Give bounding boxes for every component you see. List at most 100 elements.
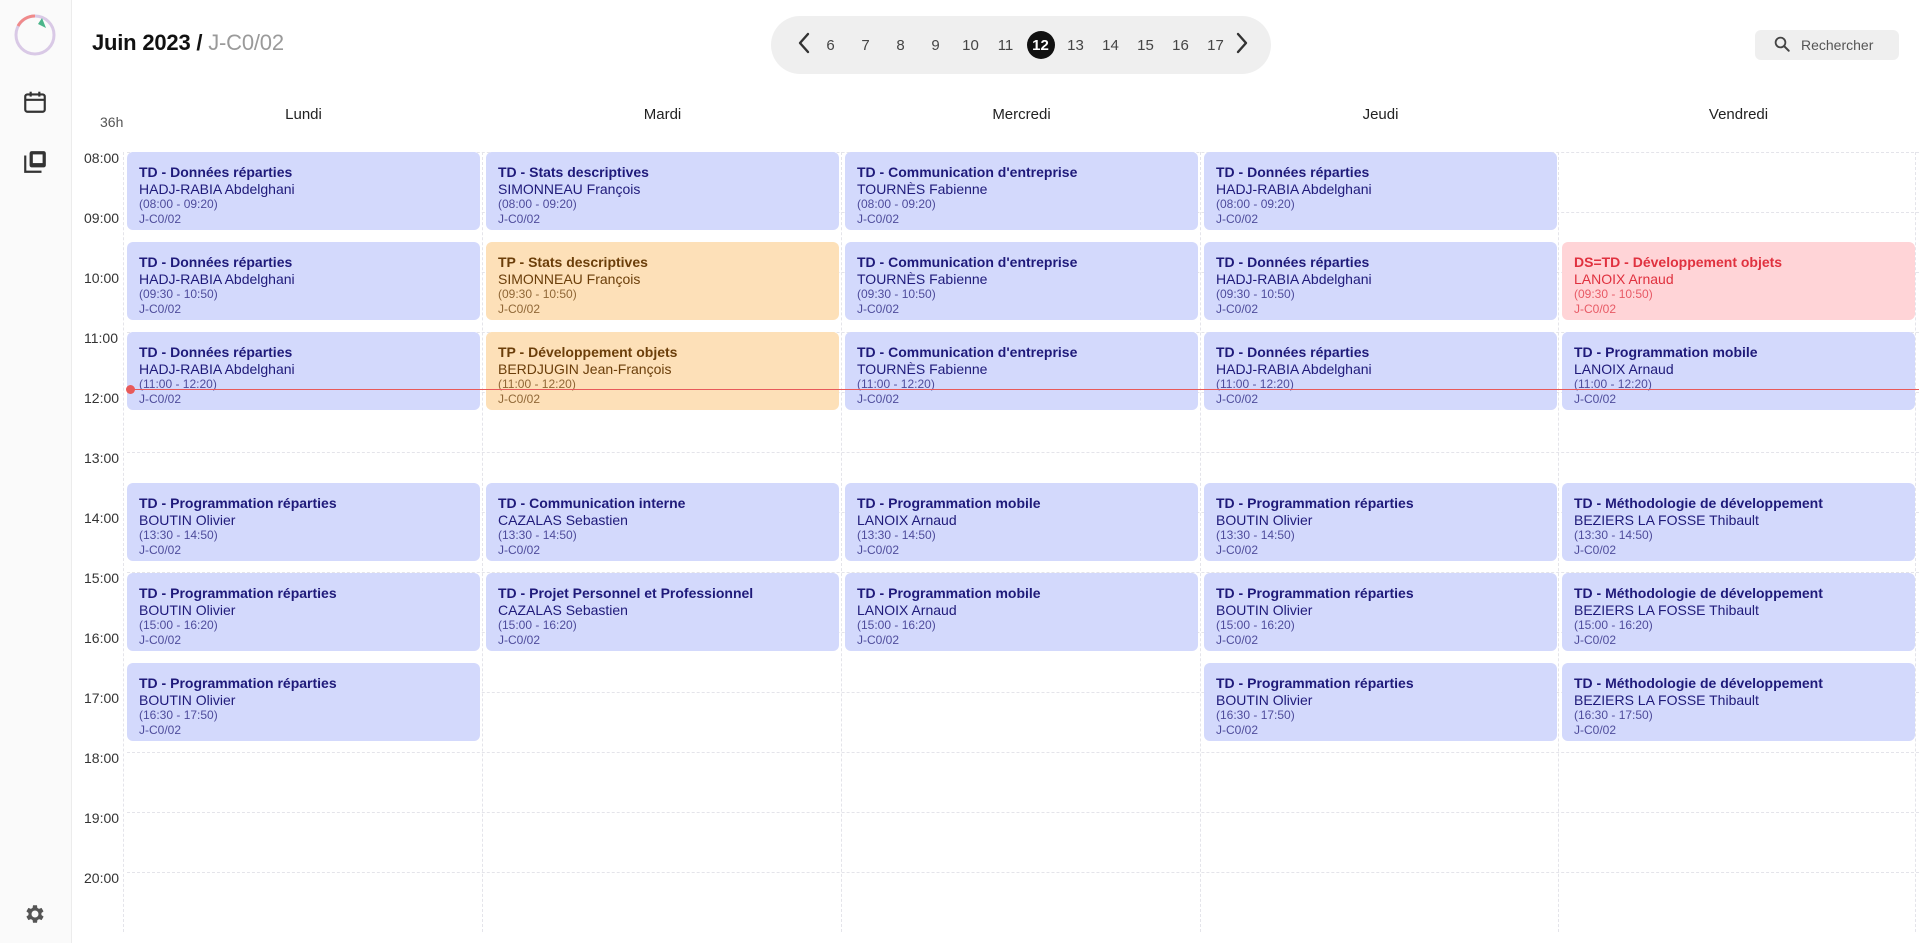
settings-button[interactable] bbox=[16, 897, 54, 935]
day-column-divider bbox=[123, 152, 124, 932]
hour-label: 18:00 bbox=[84, 750, 120, 766]
hour-label: 15:00 bbox=[84, 570, 120, 586]
week-10[interactable]: 10 bbox=[953, 31, 988, 59]
event-time: (13:30 - 14:50) bbox=[139, 528, 218, 542]
event-title: TD - Programmation mobile bbox=[857, 585, 1041, 601]
course-event[interactable]: TD - Communication d'entreprise TOURNÈS F… bbox=[845, 332, 1198, 410]
total-hours: 36h bbox=[100, 114, 124, 130]
search-button[interactable]: Rechercher bbox=[1755, 30, 1899, 60]
week-number: 17 bbox=[1207, 36, 1224, 54]
hour-gridline bbox=[127, 452, 1919, 453]
hour-label: 13:00 bbox=[84, 450, 120, 466]
hour-label: 19:00 bbox=[84, 810, 120, 826]
week-11[interactable]: 11 bbox=[988, 31, 1023, 59]
event-title: TD - Données réparties bbox=[139, 344, 293, 360]
day-header: Mercredi bbox=[992, 106, 1051, 123]
event-title: TP - Développement objets bbox=[498, 344, 678, 360]
course-event[interactable]: TD - Programmation réparties BOUTIN Olivi… bbox=[1204, 573, 1557, 651]
course-event[interactable]: TD - Communication d'entreprise TOURNÈS F… bbox=[845, 242, 1198, 320]
course-event[interactable]: TD - Programmation réparties BOUTIN Olivi… bbox=[1204, 663, 1557, 741]
event-room: J-C0/02 bbox=[857, 302, 900, 316]
hour-label: 11:00 bbox=[84, 330, 118, 346]
course-event[interactable]: TD - Méthodologie de développement BEZIER… bbox=[1562, 573, 1915, 651]
week-number: 16 bbox=[1172, 36, 1189, 54]
week-7[interactable]: 7 bbox=[848, 31, 883, 59]
event-time: (13:30 - 14:50) bbox=[1574, 528, 1653, 542]
event-time: (15:00 - 16:20) bbox=[498, 618, 577, 632]
event-title: TD - Données réparties bbox=[1216, 254, 1370, 270]
event-teacher: SIMONNEAU François bbox=[498, 181, 641, 197]
hour-gridline bbox=[127, 812, 1919, 813]
course-event[interactable]: TD - Programmation mobile LANOIX Arnaud (1… bbox=[1562, 332, 1915, 410]
course-event[interactable]: TD - Stats descriptives SIMONNEAU Françoi… bbox=[486, 152, 839, 230]
day-column-divider bbox=[482, 152, 483, 932]
event-time: (15:00 - 16:20) bbox=[139, 618, 218, 632]
event-room: J-C0/02 bbox=[1574, 302, 1617, 316]
week-16[interactable]: 16 bbox=[1163, 31, 1198, 59]
event-teacher: BEZIERS LA FOSSE Thibault bbox=[1574, 602, 1759, 618]
hour-label: 12:00 bbox=[84, 390, 120, 406]
course-event[interactable]: TD - Données réparties HADJ-RABIA Abdelgh… bbox=[1204, 332, 1557, 410]
course-event[interactable]: TD - Programmation réparties BOUTIN Olivi… bbox=[127, 483, 480, 561]
event-time: (08:00 - 09:20) bbox=[498, 197, 577, 211]
week-17[interactable]: 17 bbox=[1198, 31, 1233, 59]
course-event[interactable]: TD - Données réparties HADJ-RABIA Abdelgh… bbox=[1204, 242, 1557, 320]
event-title: TD - Données réparties bbox=[139, 164, 293, 180]
week-number: 8 bbox=[896, 36, 905, 54]
week-number: 15 bbox=[1137, 36, 1154, 54]
course-event[interactable]: TD - Programmation réparties BOUTIN Olivi… bbox=[127, 663, 480, 741]
course-event[interactable]: TP - Stats descriptives SIMONNEAU Françoi… bbox=[486, 242, 839, 320]
week-6[interactable]: 6 bbox=[813, 31, 848, 59]
event-title: TD - Projet Personnel et Professionnel bbox=[498, 585, 754, 601]
course-event[interactable]: TD - Données réparties HADJ-RABIA Abdelgh… bbox=[127, 152, 480, 230]
event-title: TD - Programmation réparties bbox=[1216, 675, 1414, 691]
search-icon bbox=[1773, 35, 1801, 56]
event-room: J-C0/02 bbox=[1574, 723, 1617, 737]
event-room: J-C0/02 bbox=[139, 723, 182, 737]
course-event[interactable]: TD - Méthodologie de développement BEZIER… bbox=[1562, 483, 1915, 561]
course-event[interactable]: TD - Programmation réparties BOUTIN Olivi… bbox=[127, 573, 480, 651]
event-teacher: HADJ-RABIA Abdelghani bbox=[1216, 271, 1372, 287]
event-title: TD - Données réparties bbox=[139, 254, 293, 270]
day-header: Lundi bbox=[285, 106, 322, 123]
course-event[interactable]: TD - Données réparties HADJ-RABIA Abdelgh… bbox=[1204, 152, 1557, 230]
course-event[interactable]: TD - Données réparties HADJ-RABIA Abdelgh… bbox=[127, 332, 480, 410]
app-root: Juin 2023 / J-C0/02 6 7 8 9 10 11 12 13 14 15 16 17… bbox=[0, 0, 1919, 943]
previous-week-button[interactable] bbox=[795, 32, 813, 56]
week-13[interactable]: 13 bbox=[1058, 31, 1093, 59]
event-room: J-C0/02 bbox=[857, 543, 900, 557]
course-event[interactable]: TD - Communication d'entreprise TOURNÈS F… bbox=[845, 152, 1198, 230]
current-time-line bbox=[131, 389, 1919, 390]
course-event[interactable]: TD - Projet Personnel et Professionnel CA… bbox=[486, 573, 839, 651]
library-icon bbox=[22, 149, 48, 180]
week-12[interactable]: 12 bbox=[1023, 31, 1058, 59]
library-nav-button[interactable] bbox=[16, 145, 54, 183]
course-event[interactable]: TD - Programmation réparties BOUTIN Olivi… bbox=[1204, 483, 1557, 561]
week-15[interactable]: 15 bbox=[1128, 31, 1163, 59]
event-teacher: CAZALAS Sebastien bbox=[498, 512, 628, 528]
hour-label: 17:00 bbox=[84, 690, 120, 706]
event-room: J-C0/02 bbox=[1574, 543, 1617, 557]
week-number: 10 bbox=[962, 36, 979, 54]
event-time: (09:30 - 10:50) bbox=[1574, 287, 1653, 301]
calendar-nav-button[interactable] bbox=[16, 85, 54, 123]
app-logo[interactable] bbox=[12, 12, 58, 58]
week-14[interactable]: 14 bbox=[1093, 31, 1128, 59]
week-8[interactable]: 8 bbox=[883, 31, 918, 59]
week-9[interactable]: 9 bbox=[918, 31, 953, 59]
course-event[interactable]: TD - Programmation mobile LANOIX Arnaud (1… bbox=[845, 573, 1198, 651]
course-event[interactable]: TD - Communication interne CAZALAS Sebast… bbox=[486, 483, 839, 561]
current-time-dot bbox=[126, 385, 135, 394]
course-event[interactable]: TD - Programmation mobile LANOIX Arnaud (1… bbox=[845, 483, 1198, 561]
course-event[interactable]: DS=TD - Développement objets LANOIX Arnau… bbox=[1562, 242, 1915, 320]
week-number: 11 bbox=[997, 36, 1014, 54]
course-event[interactable]: TP - Développement objets BERDJUGIN Jean-… bbox=[486, 332, 839, 410]
event-room: J-C0/02 bbox=[1216, 392, 1259, 406]
course-event[interactable]: TD - Méthodologie de développement BEZIER… bbox=[1562, 663, 1915, 741]
sidebar bbox=[0, 0, 72, 943]
course-event[interactable]: TD - Données réparties HADJ-RABIA Abdelgh… bbox=[127, 242, 480, 320]
event-title: DS=TD - Développement objets bbox=[1574, 254, 1783, 270]
week-list: 6 7 8 9 10 11 12 13 14 15 16 17 bbox=[813, 31, 1233, 59]
next-week-button[interactable] bbox=[1233, 32, 1251, 56]
event-title: TD - Programmation mobile bbox=[1574, 344, 1758, 360]
